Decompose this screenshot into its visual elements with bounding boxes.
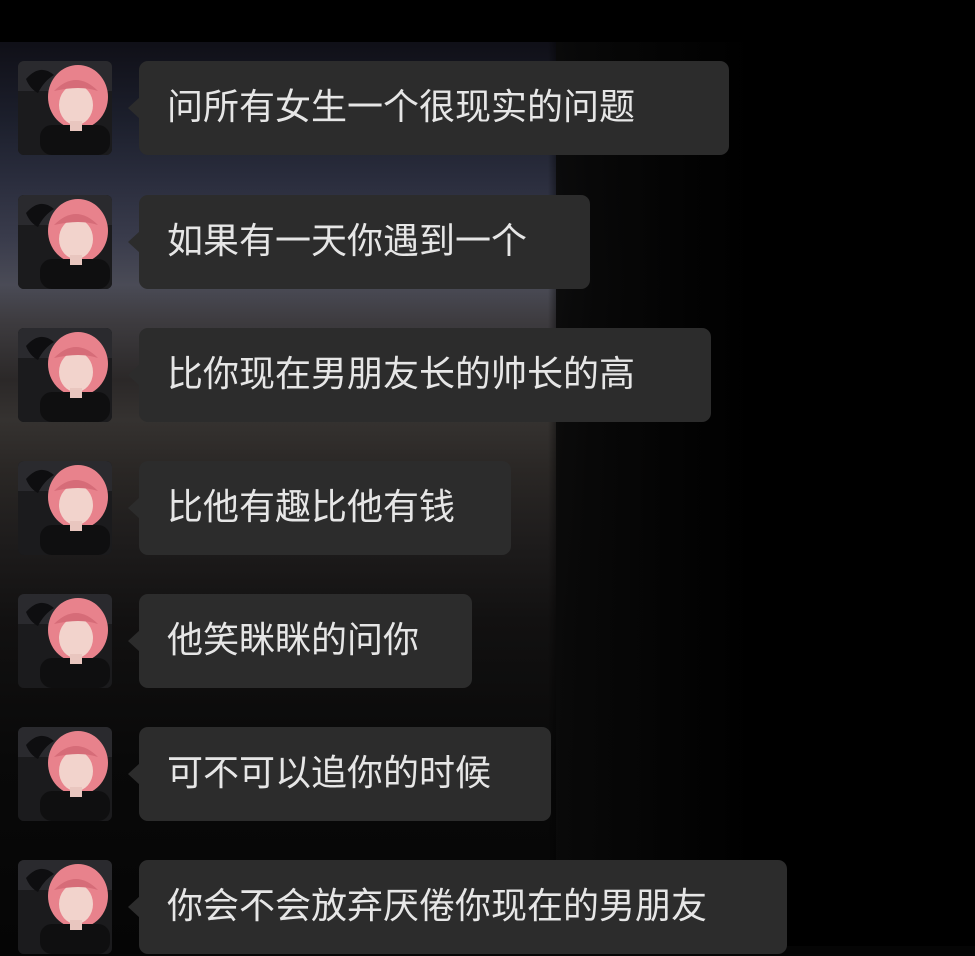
message-text: 比你现在男朋友长的帅长的高 [167, 354, 636, 395]
message-bubble[interactable]: 比你现在男朋友长的帅长的高 [128, 328, 711, 422]
avatar-photo-icon [18, 727, 112, 821]
contact-avatar[interactable] [18, 61, 112, 155]
message-bubble[interactable]: 如果有一天你遇到一个 [128, 195, 590, 289]
contact-avatar[interactable] [18, 727, 112, 821]
avatar-photo-icon [18, 461, 112, 555]
background-shade [556, 42, 975, 946]
message-text: 他笑眯眯的问你 [167, 620, 420, 661]
message-bubble[interactable]: 可不可以追你的时候 [128, 727, 551, 821]
avatar-photo-icon [18, 328, 112, 422]
avatar-photo-icon [18, 61, 112, 155]
message-text: 你会不会放弃厌倦你现在的男朋友 [167, 886, 708, 927]
contact-avatar[interactable] [18, 860, 112, 954]
message-text: 比他有趣比他有钱 [167, 487, 456, 528]
message-text: 如果有一天你遇到一个 [167, 221, 528, 262]
message-bubble[interactable]: 你会不会放弃厌倦你现在的男朋友 [128, 860, 787, 954]
contact-avatar[interactable] [18, 328, 112, 422]
avatar-photo-icon [18, 195, 112, 289]
contact-avatar[interactable] [18, 594, 112, 688]
contact-avatar[interactable] [18, 461, 112, 555]
message-bubble[interactable]: 比他有趣比他有钱 [128, 461, 511, 555]
message-bubble[interactable]: 问所有女生一个很现实的问题 [128, 61, 729, 155]
avatar-photo-icon [18, 594, 112, 688]
message-text: 问所有女生一个很现实的问题 [167, 87, 636, 128]
avatar-photo-icon [18, 860, 112, 954]
message-text: 可不可以追你的时候 [167, 753, 492, 794]
message-bubble[interactable]: 他笑眯眯的问你 [128, 594, 472, 688]
contact-avatar[interactable] [18, 195, 112, 289]
top-bar [0, 0, 975, 42]
